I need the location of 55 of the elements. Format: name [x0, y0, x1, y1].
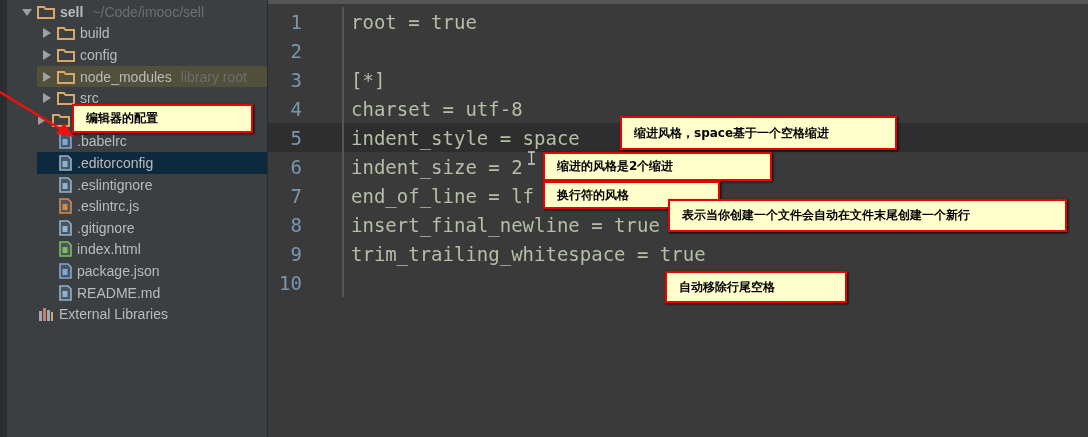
line-number: 7: [289, 184, 303, 207]
tree-item[interactable]: build: [37, 22, 114, 45]
collapsed-arrow-icon[interactable]: [42, 93, 52, 104]
collapsed-arrow-icon[interactable]: [42, 28, 52, 39]
annotation-tooltip: 换行符的风格: [543, 181, 720, 209]
folder-icon: [57, 48, 75, 62]
tree-item[interactable]: External Libraries: [7, 303, 172, 325]
annotation-tooltip: 缩进风格，space基于一个空格缩进: [620, 116, 897, 150]
expanded-arrow-icon[interactable]: [22, 6, 32, 17]
line-number: 6: [289, 155, 303, 178]
code-line: charset = utf-8: [351, 97, 523, 120]
text-cursor-icon: [528, 151, 535, 165]
tree-item[interactable]: config: [37, 44, 122, 66]
line-number: 8: [289, 213, 303, 236]
folder-icon: [57, 91, 75, 106]
file-icon: [59, 176, 72, 193]
line-number: 2: [289, 39, 303, 62]
annotation-tooltip: 缩进的风格是2个缩进: [543, 152, 772, 181]
folder-icon: [37, 4, 55, 19]
annotation-tooltip: 编辑器的配置: [72, 104, 253, 133]
file-icon: [59, 154, 72, 171]
line-number: 9: [289, 242, 303, 265]
tree-item[interactable]: .eslintrc.js: [37, 195, 144, 217]
annotation-tooltip: 表示当你创建一个文件会自动在文件末尾创建一个新行: [668, 199, 1067, 232]
library-icon: [38, 307, 54, 322]
code-line: trim_trailing_whitespace = true: [351, 242, 706, 265]
file-icon: [59, 241, 72, 258]
annotation-tooltip: 自动移除行尾空格: [665, 271, 847, 303]
collapsed-arrow-icon[interactable]: [42, 50, 52, 60]
tree-item[interactable]: package.json: [37, 260, 164, 282]
code-line: insert_final_newline = true: [351, 213, 660, 236]
file-icon: [59, 284, 72, 301]
code-line: indent_style = space: [351, 126, 580, 149]
line-number: 1: [289, 10, 303, 33]
line-number: 5: [289, 126, 303, 149]
file-icon: [59, 198, 72, 215]
collapsed-arrow-icon[interactable]: [42, 71, 52, 82]
collapsed-arrow-icon[interactable]: [37, 114, 47, 125]
tree-item[interactable]: .editorconfig: [37, 152, 267, 174]
code-line: root = true: [351, 10, 477, 33]
line-number: 10: [278, 271, 303, 294]
tree-item[interactable]: index.html: [37, 238, 145, 261]
folder-icon: [52, 112, 70, 127]
folder-icon: [57, 69, 75, 84]
tree-item[interactable]: README.md: [37, 281, 165, 304]
folder-icon: [57, 26, 75, 41]
file-icon: [59, 262, 72, 279]
line-number: 4: [289, 97, 303, 120]
line-number: 3: [289, 68, 303, 91]
code-line: indent_size = 2: [351, 155, 523, 178]
tree-item[interactable]: .eslintignore: [37, 173, 157, 196]
code-line: end_of_line = lf: [351, 184, 535, 207]
file-icon: [59, 219, 72, 236]
code-line: [*]: [351, 68, 386, 91]
tree-item[interactable]: .gitignore: [37, 216, 139, 239]
